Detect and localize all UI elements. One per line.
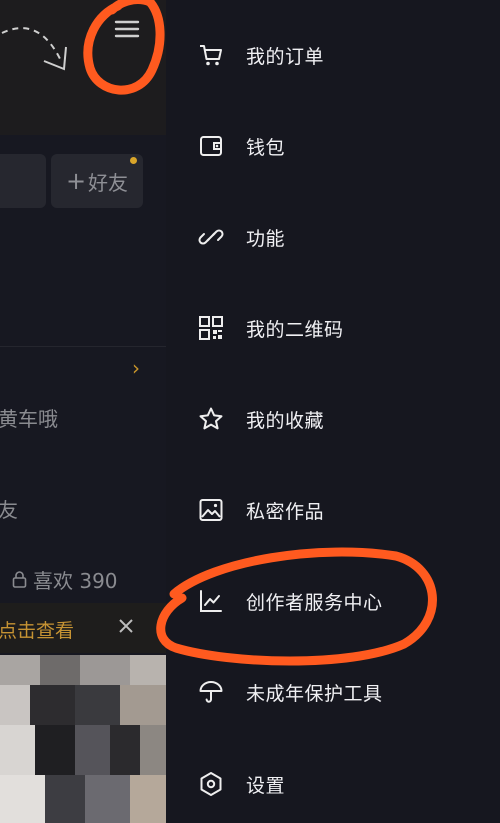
menu-item-label: 未成年保护工具 xyxy=(246,682,383,705)
lock-icon xyxy=(12,571,27,588)
menu-item-label: 功能 xyxy=(246,227,286,250)
menu-item-label: 我的订单 xyxy=(246,45,325,68)
side-drawer-menu: 我的订单 钱包 功能 我的二维码 我的收藏 私密作品 创作者服务中心 未成年保护… xyxy=(166,0,500,823)
menu-item-qr-code[interactable]: 我的二维码 xyxy=(166,298,500,358)
likes-tab[interactable]: 喜欢 390 xyxy=(12,565,118,594)
profile-page-background: + 好友 › 黄车哦 友 喜欢 390 点击查看 xyxy=(0,0,166,823)
add-friend-button[interactable]: + 好友 xyxy=(51,154,143,208)
add-friend-label: 好友 xyxy=(88,170,129,195)
notification-dot xyxy=(130,157,137,164)
menu-item-wallet[interactable]: 钱包 xyxy=(166,116,500,176)
menu-item-label: 创作者服务中心 xyxy=(246,591,383,614)
background-row-text: 黄车哦 xyxy=(0,407,58,431)
video-thumbnail[interactable] xyxy=(0,655,166,823)
menu-icon[interactable] xyxy=(108,14,142,42)
shopping-cart-icon xyxy=(197,41,225,69)
likes-label: 喜欢 390 xyxy=(33,569,118,593)
menu-item-private-works[interactable]: 私密作品 xyxy=(166,480,500,540)
hexagon-settings-icon xyxy=(197,770,225,798)
chevron-right-icon[interactable]: › xyxy=(132,356,140,380)
notice-banner[interactable]: 点击查看 xyxy=(0,603,166,653)
menu-item-orders[interactable]: 我的订单 xyxy=(166,25,500,85)
image-icon xyxy=(197,496,225,524)
menu-item-label: 设置 xyxy=(246,774,286,797)
star-icon xyxy=(197,405,225,433)
edit-profile-button[interactable] xyxy=(0,154,46,208)
chart-icon xyxy=(197,587,225,615)
menu-item-settings[interactable]: 设置 xyxy=(166,754,500,814)
link-icon xyxy=(197,223,225,251)
menu-item-label: 私密作品 xyxy=(246,500,325,523)
wallet-icon xyxy=(197,132,225,160)
curved-arrow-icon xyxy=(1,27,67,71)
menu-item-label: 我的二维码 xyxy=(246,318,344,341)
menu-item-minor-protection[interactable]: 未成年保护工具 xyxy=(166,662,500,722)
plus-icon: + xyxy=(65,167,87,195)
umbrella-icon xyxy=(197,678,225,706)
qr-code-icon xyxy=(197,314,225,342)
menu-item-label: 我的收藏 xyxy=(246,409,325,432)
menu-item-label: 钱包 xyxy=(246,136,286,159)
close-icon[interactable] xyxy=(117,617,135,635)
menu-item-favorites[interactable]: 我的收藏 xyxy=(166,389,500,449)
divider xyxy=(0,346,166,347)
menu-item-features[interactable]: 功能 xyxy=(166,207,500,267)
background-row-text: 友 xyxy=(0,498,18,522)
menu-item-creator-center[interactable]: 创作者服务中心 xyxy=(166,571,500,631)
banner-text: 点击查看 xyxy=(0,620,75,642)
